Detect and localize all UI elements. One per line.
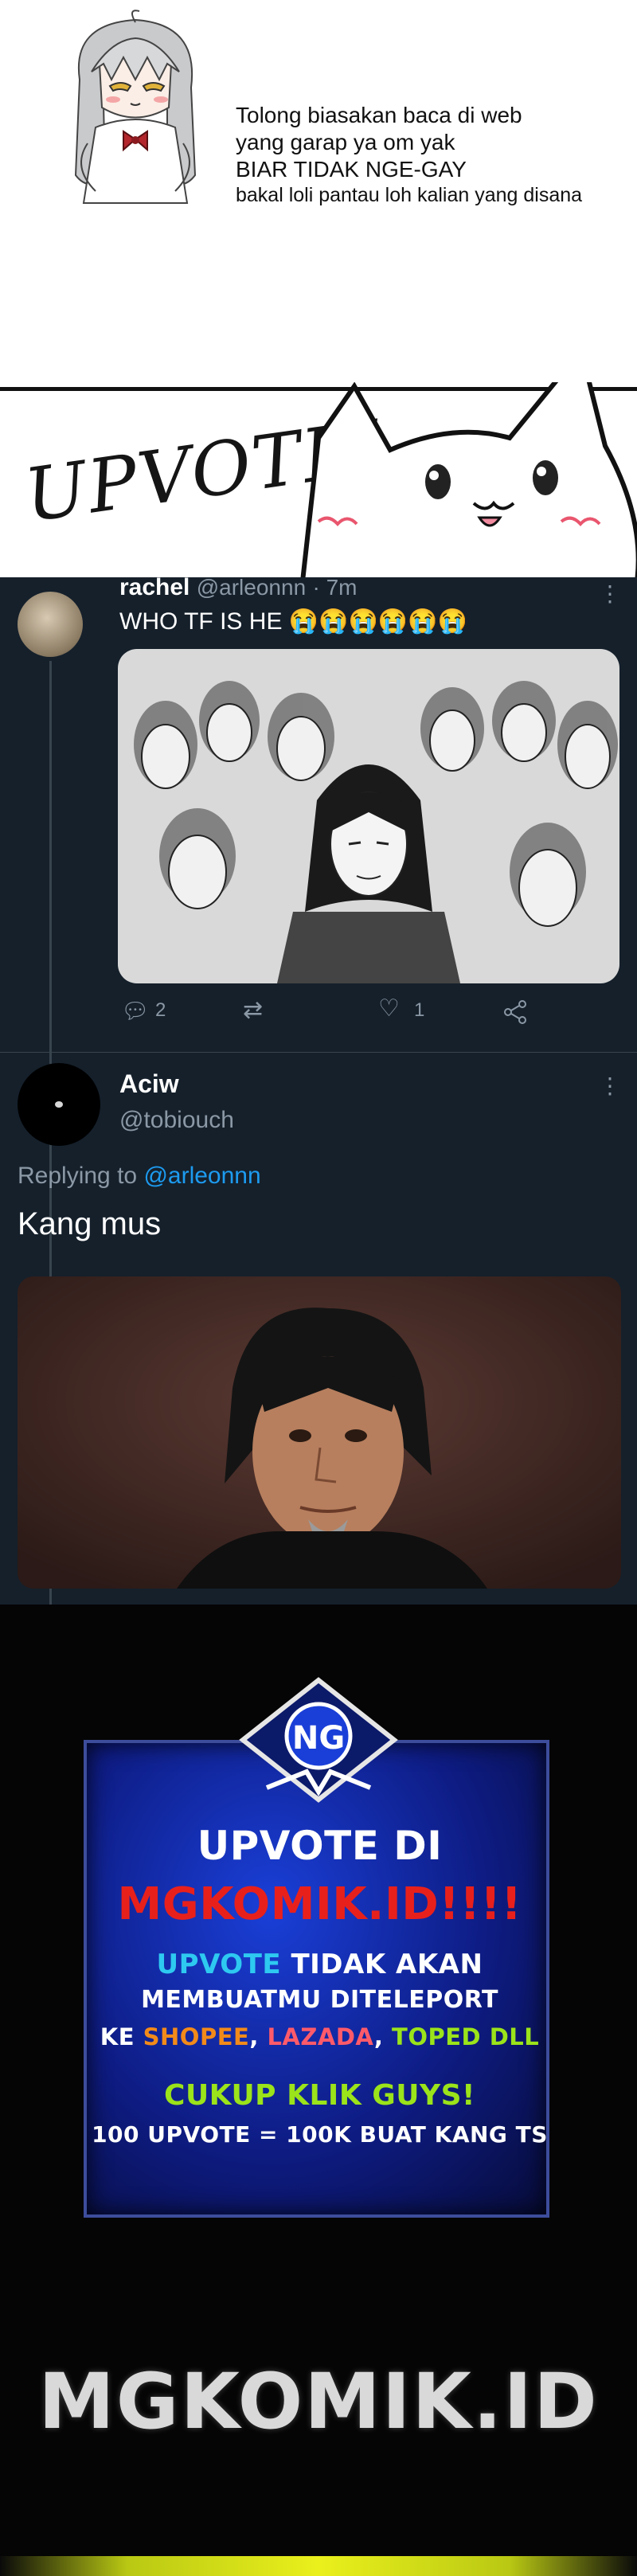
notice-text: Tolong biasakan baca di web yang garap y…: [236, 102, 582, 207]
ad-line-7: 100 UPVOTE = 100K BUAT KANG TS: [92, 2121, 548, 2148]
anime-girl-illustration: [74, 10, 197, 204]
logo-text: NG: [292, 1720, 345, 1757]
notice-panel: Tolong biasakan baca di web yang garap y…: [0, 0, 637, 382]
ad-line-5-sep1: ,: [249, 2023, 268, 2050]
ad-line-6: CUKUP KLIK GUYS!: [164, 2079, 475, 2112]
notice-line-1: Tolong biasakan baca di web: [236, 103, 522, 127]
notice-line-4: bakal loli pantau loh kalian yang disana: [236, 184, 583, 206]
twitter-thread: rachel @arleonnn · 7m ⋮ WHO TF IS HE 😭😭😭…: [0, 577, 637, 1605]
tweet-header: rachel @arleonnn · 7m: [119, 577, 357, 601]
tweet-time[interactable]: · 7m: [312, 577, 357, 600]
ad-card: UPVOTE DI MGKOMIK.ID!!!! UPVOTE TIDAK AK…: [84, 1740, 549, 2218]
cat-face-illustration: [300, 382, 637, 577]
replying-to-link[interactable]: @arleonnn: [143, 1163, 260, 1189]
ad-line-3-upvote: UPVOTE: [156, 1949, 282, 1980]
ad-line-4: MEMBUATMU DITELEPORT: [141, 1986, 498, 2014]
ad-line-1: UPVOTE DI: [197, 1823, 443, 1869]
ad-line-3-rest: TIDAK AKAN: [281, 1949, 483, 1980]
tweet-divider: [0, 1052, 637, 1053]
tweet-photo-man[interactable]: [18, 1276, 621, 1589]
upvote-panel: UPVOTE!: [0, 382, 637, 577]
replying-to-prefix: Replying to: [18, 1163, 144, 1189]
ad-line-5-sep2: ,: [373, 2023, 393, 2050]
tweet-manga-image[interactable]: [118, 649, 619, 983]
notice-line-2: yang garap ya om yak: [236, 130, 455, 154]
ad-line-5: KE SHOPEE, LAZADA, TOPED DLL: [87, 2023, 553, 2050]
replying-to-line: Replying to @arleonnn: [18, 1163, 261, 1190]
upvote-ad-banner: UPVOTE DI MGKOMIK.ID!!!! UPVOTE TIDAK AK…: [0, 1605, 637, 2576]
ad-line-5-ke: KE: [100, 2023, 143, 2050]
ad-line-2: MGKOMIK.ID!!!!: [117, 1878, 522, 1930]
reply-count: 2: [155, 999, 166, 1021]
avatar[interactable]: [18, 592, 83, 657]
tweet-author-name[interactable]: rachel: [119, 577, 190, 600]
notice-line-3: BIAR TIDAK NGE-GAY: [236, 157, 467, 182]
more-options-icon[interactable]: ⋮: [599, 580, 621, 607]
more-options-icon[interactable]: ⋮: [599, 1073, 621, 1099]
avatar[interactable]: [18, 1063, 100, 1146]
share-icon[interactable]: [503, 999, 529, 1025]
ad-line-5-toped: TOPED DLL: [392, 2023, 540, 2050]
ad-brand-title: MGKOMIK.ID: [38, 2357, 599, 2446]
like-icon[interactable]: ♡: [378, 995, 400, 1022]
ad-bottom-stripe: [0, 2556, 637, 2576]
like-count: 1: [414, 999, 425, 1021]
ad-line-5-lazada: LAZADA: [267, 2023, 374, 2050]
tweet-text: WHO TF IS HE 😭😭😭😭😭😭: [119, 608, 467, 635]
tweet-author-handle[interactable]: @tobiouch: [119, 1107, 234, 1134]
tweet-author-handle[interactable]: @arleonnn: [197, 577, 306, 600]
tweet-author-name[interactable]: Aciw: [119, 1069, 179, 1099]
ad-line-5-shopee: SHOPEE: [143, 2023, 250, 2050]
ad-line-3: UPVOTE TIDAK AKAN: [87, 1949, 553, 1980]
tweet-text: Kang mus: [18, 1206, 162, 1241]
avatar-logo-icon: [55, 1101, 63, 1108]
reply-icon[interactable]: 💬︎: [121, 998, 150, 1024]
retweet-icon[interactable]: ⇄: [243, 996, 263, 1024]
mgkomik-logo-icon: NG: [239, 1677, 398, 1803]
